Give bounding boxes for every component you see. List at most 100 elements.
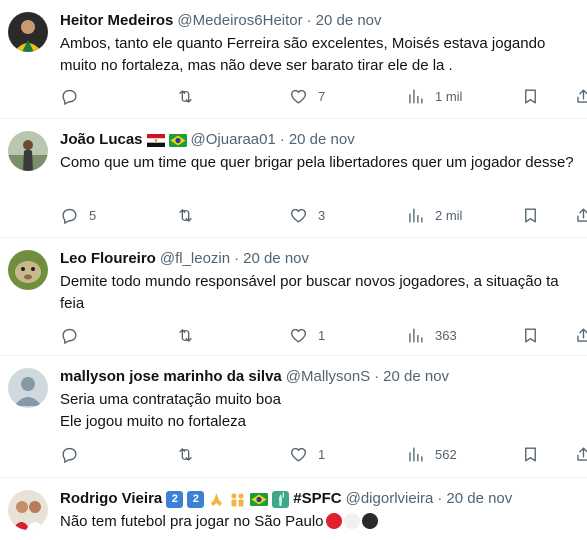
timestamp[interactable]: 20 de nov <box>243 248 309 270</box>
avatar[interactable] <box>8 368 48 408</box>
praying-hands-icon <box>211 492 223 506</box>
share-button[interactable] <box>574 203 587 227</box>
retweet-icon <box>179 208 192 222</box>
like-count: 7 <box>318 88 326 104</box>
tweet-content: João Lucas @Ojuaraa01 · 20 de nov Como q… <box>60 129 577 174</box>
statue-of-liberty-icon <box>272 490 290 508</box>
bookmark-button[interactable] <box>521 84 540 108</box>
heart-icon <box>291 208 306 223</box>
action-bar: 1 562 <box>56 442 587 466</box>
retweet-button[interactable] <box>176 323 205 347</box>
bookmark-button[interactable] <box>521 203 540 227</box>
views-button[interactable]: 363 <box>406 323 457 347</box>
views-chart-icon <box>409 446 423 462</box>
bookmark-icon <box>525 327 536 343</box>
share-button[interactable] <box>574 442 587 466</box>
reply-button[interactable] <box>60 442 89 466</box>
views-count: 562 <box>435 446 457 462</box>
avatar[interactable] <box>8 131 48 171</box>
like-count: 1 <box>318 446 326 462</box>
reply-button[interactable]: 5 <box>60 203 96 227</box>
views-button[interactable]: 562 <box>406 442 457 466</box>
egypt-flag-icon <box>146 133 165 147</box>
bookmark-icon <box>525 88 536 104</box>
tweet-text: Ambos, tanto ele quanto Ferreira são exc… <box>60 35 546 74</box>
retweet-button[interactable] <box>176 442 205 466</box>
like-button[interactable]: 1 <box>289 323 325 347</box>
share-button[interactable] <box>574 323 587 347</box>
views-chart-icon <box>409 327 423 343</box>
avatar[interactable] <box>8 490 48 530</box>
views-count: 2 mil <box>435 207 463 223</box>
separator-dot: · <box>279 131 285 148</box>
author-handle[interactable]: @MallysonS <box>286 366 370 388</box>
like-button[interactable]: 3 <box>289 203 325 227</box>
timestamp[interactable]: 20 de nov <box>289 129 355 151</box>
reply-count: 5 <box>89 207 97 223</box>
tweet[interactable]: Heitor Medeiros @Medeiros6Heitor · 20 de… <box>0 0 587 119</box>
tweet[interactable]: João Lucas @Ojuaraa01 · 20 de nov Como q… <box>0 119 587 238</box>
like-button[interactable]: 7 <box>289 84 325 108</box>
retweet-icon <box>179 328 192 342</box>
share-icon <box>577 88 587 103</box>
tweet-text-body: Não tem futebol pra jogar no São Paulo <box>60 513 324 530</box>
bookmark-button[interactable] <box>521 442 540 466</box>
share-icon <box>577 207 587 222</box>
tweet-content: Leo Floureiro @fl_leozin · 20 de nov Dem… <box>60 248 577 315</box>
keycap-two-icon: 2 <box>166 490 184 508</box>
timestamp[interactable]: 20 de nov <box>383 366 449 388</box>
tweet-content: mallyson jose marinho da silva @Mallyson… <box>60 366 577 433</box>
heart-icon <box>291 328 306 343</box>
author-handle[interactable]: @Medeiros6Heitor <box>177 10 302 32</box>
reply-button[interactable] <box>60 84 89 108</box>
views-chart-icon <box>409 207 423 223</box>
retweet-icon <box>179 89 192 103</box>
heart-icon <box>291 89 306 104</box>
keycap-two-icon: 2 <box>187 490 205 508</box>
like-button[interactable]: 1 <box>289 442 325 466</box>
reply-icon <box>62 447 77 463</box>
views-button[interactable]: 1 mil <box>406 84 462 108</box>
black-circle-icon <box>361 513 378 529</box>
avatar[interactable] <box>8 12 48 52</box>
author-handle[interactable]: @Ojuaraa01 <box>191 129 276 151</box>
author-handle[interactable]: @digorlvieira <box>346 488 434 510</box>
retweet-button[interactable] <box>176 84 205 108</box>
author-name[interactable]: Leo Floureiro <box>60 248 156 270</box>
author-name[interactable]: Heitor Medeiros <box>60 10 173 32</box>
tweet[interactable]: mallyson jose marinho da silva @Mallyson… <box>0 356 587 478</box>
author-name[interactable]: Rodrigo Vieira <box>60 488 162 510</box>
timestamp[interactable]: 20 de nov <box>316 10 382 32</box>
tweet[interactable]: Leo Floureiro @fl_leozin · 20 de nov Dem… <box>0 238 587 356</box>
tweet-header: Leo Floureiro @fl_leozin · 20 de nov <box>60 248 577 270</box>
author-handle[interactable]: @fl_leozin <box>160 248 230 270</box>
tweet-text: Não tem futebol pra jogar no São Paulo <box>60 511 577 533</box>
timestamp[interactable]: 20 de nov <box>446 488 512 510</box>
family-icon <box>231 492 244 506</box>
tweet-header: João Lucas @Ojuaraa01 · 20 de nov <box>60 129 577 151</box>
red-circle-icon <box>325 513 342 529</box>
tweet-text: Seria uma contratação muito boa Ele jogo… <box>60 391 281 430</box>
reply-icon <box>62 208 77 224</box>
action-bar: 7 1 mil <box>56 84 587 108</box>
reply-button[interactable] <box>60 323 89 347</box>
views-button[interactable]: 2 mil <box>406 203 462 227</box>
author-name-suffix[interactable]: #SPFC <box>293 488 341 510</box>
tweet-content: Rodrigo Vieira 2 2 #SPFC @digorlvieira ·… <box>60 488 577 533</box>
bookmark-icon <box>525 207 536 223</box>
bookmark-button[interactable] <box>521 323 540 347</box>
share-button[interactable] <box>574 84 587 108</box>
author-name[interactable]: João Lucas <box>60 129 143 151</box>
avatar[interactable] <box>8 250 48 290</box>
tweet[interactable]: Rodrigo Vieira 2 2 #SPFC @digorlvieira ·… <box>0 478 587 540</box>
retweet-button[interactable] <box>176 203 205 227</box>
heart-icon <box>291 447 306 462</box>
brazil-flag-icon <box>250 492 269 506</box>
tweet-header: mallyson jose marinho da silva @Mallyson… <box>60 366 577 388</box>
views-count: 1 mil <box>435 88 463 104</box>
author-name[interactable]: mallyson jose marinho da silva <box>60 366 282 388</box>
white-circle-icon <box>343 513 360 529</box>
separator-dot: · <box>437 490 443 507</box>
views-count: 363 <box>435 327 457 343</box>
like-count: 1 <box>318 327 326 343</box>
